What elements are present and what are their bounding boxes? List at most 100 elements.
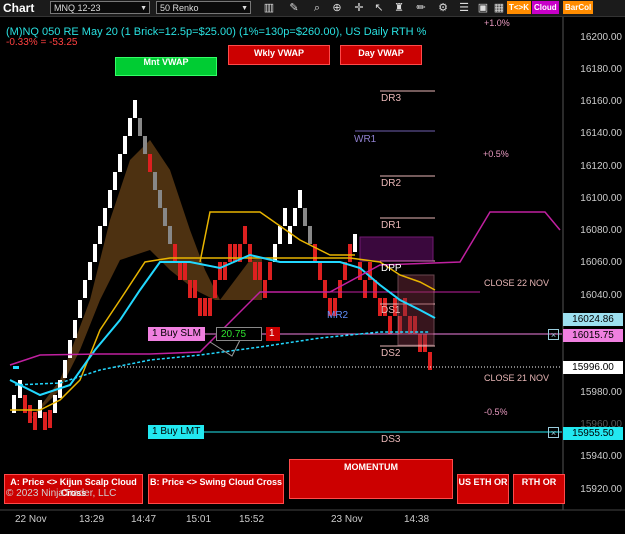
renko-brick: [123, 136, 127, 154]
renko-brick: [318, 262, 322, 280]
renko-brick: [198, 298, 202, 316]
renko-brick: [88, 262, 92, 280]
renko-brick: [338, 280, 342, 298]
buy-slm-quantity[interactable]: 1: [266, 327, 280, 341]
renko-brick: [73, 320, 77, 338]
momentum-button[interactable]: MOMENTUM: [289, 459, 453, 499]
renko-brick: [363, 280, 367, 298]
lmt-price-marker: 15955.50: [563, 427, 623, 440]
close-22-nov-label: CLOSE 22 NOV: [484, 278, 550, 288]
price-tick: 16120.00: [580, 161, 622, 172]
renko-brick: [158, 190, 162, 208]
renko-brick: [233, 244, 237, 262]
renko-brick: [33, 412, 37, 430]
cyan-marker: [13, 366, 19, 369]
weekly-vwap-button[interactable]: Wkly VWAP: [228, 45, 330, 65]
price-tick: 16160.00: [580, 96, 622, 107]
ds2-label: DS2: [381, 348, 401, 359]
price-tick: 16080.00: [580, 225, 622, 236]
time-tick: 14:47: [131, 514, 157, 525]
ds-zone: [397, 274, 435, 346]
renko-brick: [323, 280, 327, 298]
renko-brick: [83, 280, 87, 298]
gold-cloud-edge: [199, 211, 355, 263]
price-tick: 16060.00: [580, 257, 622, 268]
close-21-price-marker: 15996.00: [563, 361, 623, 374]
price-tick: 16140.00: [580, 128, 622, 139]
renko-brick: [193, 280, 197, 298]
renko-brick: [108, 190, 112, 208]
renko-brick: [78, 300, 82, 318]
magenta-level-line: [9, 211, 561, 366]
us-eth-or-button[interactable]: US ETH OR: [457, 474, 509, 504]
renko-brick: [48, 410, 52, 428]
buy-slm-order-tag[interactable]: 1 Buy SLM: [148, 327, 205, 341]
ds3-label: DS3: [381, 434, 401, 445]
daily-vwap-button[interactable]: Day VWAP: [340, 45, 422, 65]
time-tick: 13:29: [79, 514, 105, 525]
plus-05pct-label: +0.5%: [483, 149, 509, 159]
renko-brick: [128, 118, 132, 136]
renko-brick: [263, 280, 267, 298]
renko-brick: [303, 208, 307, 226]
renko-brick: [203, 298, 207, 316]
renko-brick: [208, 298, 212, 316]
last-price-marker: 16024.86: [563, 313, 623, 326]
renko-brick: [248, 244, 252, 262]
wr1-label: WR1: [354, 134, 377, 145]
price-tick: 16040.00: [580, 290, 622, 301]
renko-brick: [228, 244, 232, 262]
renko-brick: [218, 262, 222, 280]
renko-brick: [268, 262, 272, 280]
renko-brick: [148, 154, 152, 172]
renko-brick: [188, 280, 192, 298]
renko-brick: [168, 226, 172, 244]
price-cloud-area: [10, 140, 262, 440]
renko-brick: [18, 380, 22, 398]
renko-brick: [118, 154, 122, 172]
rth-or-button[interactable]: RTH OR: [513, 474, 565, 504]
time-tick: 15:01: [186, 514, 212, 525]
renko-brick: [63, 360, 67, 378]
close-slm-order-icon[interactable]: ×: [548, 329, 559, 340]
swing-cloud-cross-button[interactable]: B: Price <> Swing Cloud Cross: [148, 474, 284, 504]
renko-brick: [298, 190, 302, 208]
renko-brick: [28, 405, 32, 423]
slm-price-marker: 16015.75: [563, 329, 623, 342]
renko-brick: [43, 412, 47, 430]
renko-brick: [278, 226, 282, 244]
renko-brick: [178, 262, 182, 280]
price-tick: 15940.00: [580, 451, 622, 462]
daily-change: -0.33% = -53.25: [6, 37, 78, 48]
dr1-label: DR1: [381, 220, 402, 231]
renko-brick: [103, 208, 107, 226]
renko-brick: [153, 172, 157, 190]
ds1-label: DS1: [381, 305, 401, 316]
renko-brick: [258, 262, 262, 280]
buy-lmt-order-tag[interactable]: 1 Buy LMT: [148, 425, 205, 439]
close-lmt-order-icon[interactable]: ×: [548, 427, 559, 438]
price-tick: 15920.00: [580, 484, 622, 495]
renko-brick: [308, 226, 312, 244]
dpp-zone: [359, 236, 434, 262]
price-tick: 16100.00: [580, 193, 622, 204]
plus-1pct-label: +1.0%: [484, 18, 510, 28]
renko-brick: [98, 226, 102, 244]
renko-brick: [173, 244, 177, 262]
copyright-text: © 2023 NinjaTrader, LLC: [6, 488, 117, 499]
time-tick: 15:52: [239, 514, 265, 525]
price-tick: 16200.00: [580, 32, 622, 43]
buy-slm-offset[interactable]: 20.75: [216, 327, 262, 341]
renko-brick: [353, 234, 357, 252]
time-tick: 22 Nov: [15, 514, 47, 525]
monthly-vwap-button[interactable]: Mnt VWAP: [115, 57, 217, 76]
time-tick: 14:38: [404, 514, 430, 525]
renko-brick: [163, 208, 167, 226]
renko-brick: [288, 226, 292, 244]
renko-brick: [348, 244, 352, 262]
renko-brick: [293, 208, 297, 226]
renko-brick: [138, 118, 142, 136]
dr2-label: DR2: [381, 178, 402, 189]
price-chart[interactable]: [0, 0, 625, 534]
renko-brick: [243, 226, 247, 244]
